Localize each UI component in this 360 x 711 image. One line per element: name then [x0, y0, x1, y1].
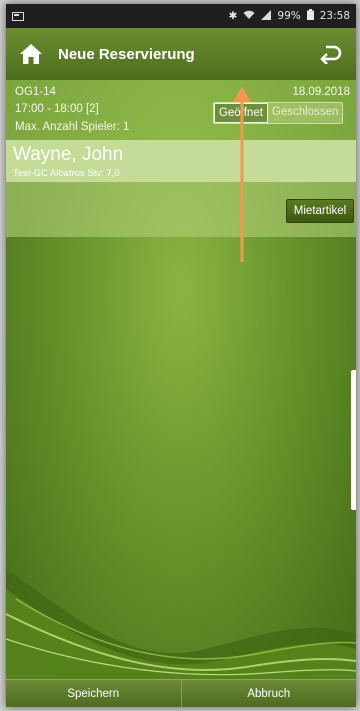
reservation-date: 18.09.2018 [292, 86, 350, 98]
rental-row: Mietartikel [6, 182, 356, 237]
player-row[interactable]: Wayne, John Test-GC Albatros Stv: 7,0 [6, 140, 356, 182]
status-bar: ✱ 99% 23:58 [6, 4, 356, 28]
player-club: Test-GC Albatros Stv: 7,0 [13, 168, 120, 179]
page-title: Neue Reservierung [58, 45, 195, 63]
max-players: Max. Anzahl Spieler: 1 [15, 121, 130, 133]
signal-icon [261, 9, 272, 23]
clock: 23:58 [319, 10, 350, 22]
scroll-handle[interactable] [351, 370, 356, 510]
wifi-icon [243, 10, 255, 23]
player-name: Wayne, John [13, 144, 124, 165]
bluetooth-icon: ✱ [228, 10, 238, 22]
battery-icon [306, 9, 314, 23]
reservation-info: OG1-14 18.09.2018 17:00 - 18:00 [2] Max.… [6, 80, 356, 140]
toggle-closed-option[interactable]: Geschlossen [267, 103, 343, 123]
footer-bar: Speichern Abbruch [6, 679, 356, 707]
status-indicators: ✱ 99% 23:58 [229, 9, 350, 23]
cancel-button[interactable]: Abbruch [180, 680, 357, 707]
toggle-open-option[interactable]: Geöffnet [214, 103, 268, 123]
time-slot: 17:00 - 18:00 [2] [15, 103, 99, 115]
reservation-panel: OG1-14 18.09.2018 17:00 - 18:00 [2] Max.… [6, 80, 356, 679]
status-toggle: Geöffnet Geschlossen [213, 102, 344, 124]
background-swoosh [6, 569, 356, 679]
battery-percent: 99% [277, 10, 301, 22]
save-button[interactable]: Speichern [6, 680, 181, 707]
app-frame: ✱ 99% 23:58 Neue Reservierung OG1-14 18.… [6, 4, 356, 707]
notification-icon [12, 10, 30, 22]
home-icon[interactable] [18, 41, 44, 67]
back-icon[interactable] [318, 41, 344, 67]
app-header: Neue Reservierung [6, 28, 356, 80]
course-label: OG1-14 [15, 86, 56, 98]
rental-items-button[interactable]: Mietartikel [286, 199, 354, 223]
